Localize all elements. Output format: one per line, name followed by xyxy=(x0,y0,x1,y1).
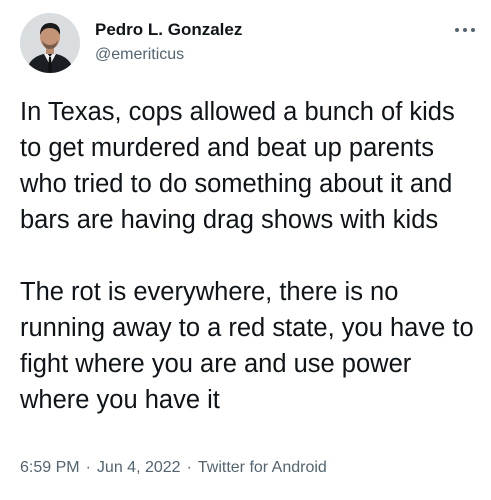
tweet-date[interactable]: Jun 4, 2022 xyxy=(97,459,181,476)
meta-separator: · xyxy=(186,459,192,476)
tweet-paragraph: In Texas, cops allowed a bunch of kids t… xyxy=(20,98,455,234)
avatar-icon xyxy=(20,13,80,73)
tweet-meta: 6:59 PM · Jun 4, 2022 · Twitter for Android xyxy=(20,459,327,477)
tweet-card: Pedro L. Gonzalez @emeriticus In Texas, … xyxy=(0,0,491,500)
avatar[interactable] xyxy=(20,13,80,73)
author-display-name[interactable]: Pedro L. Gonzalez xyxy=(95,20,242,40)
tweet-time[interactable]: 6:59 PM xyxy=(20,459,80,476)
tweet-text: In Texas, cops allowed a bunch of kids t… xyxy=(20,94,482,418)
tweet-source[interactable]: Twitter for Android xyxy=(198,459,327,476)
more-horizontal-icon xyxy=(455,28,475,32)
meta-separator: · xyxy=(85,459,91,476)
tweet-paragraph: The rot is everywhere, there is no runni… xyxy=(20,278,474,414)
author-handle[interactable]: @emeriticus xyxy=(95,46,184,64)
more-options-button[interactable] xyxy=(449,18,481,42)
